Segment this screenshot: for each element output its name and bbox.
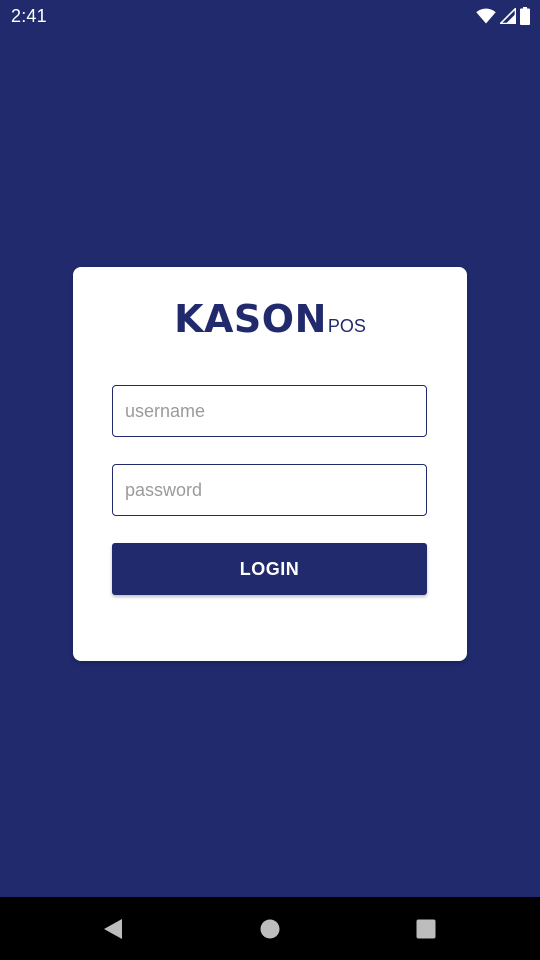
- status-icons: [476, 6, 530, 26]
- back-button[interactable]: [97, 913, 129, 945]
- home-button[interactable]: [254, 913, 286, 945]
- recents-icon: [416, 919, 436, 939]
- logo-sub-text: POS: [327, 316, 366, 336]
- home-icon: [260, 919, 280, 939]
- status-time: 2:41: [11, 6, 47, 26]
- recents-button[interactable]: [410, 913, 442, 945]
- username-input[interactable]: [112, 385, 427, 437]
- password-input[interactable]: [112, 464, 427, 516]
- back-icon: [104, 919, 122, 939]
- battery-icon: [520, 7, 530, 25]
- app-logo: KASONPOS: [73, 297, 467, 341]
- status-bar: 2:41: [0, 0, 540, 32]
- wifi-icon: [476, 8, 496, 24]
- login-card: KASONPOS LOGIN: [73, 267, 467, 661]
- signal-icon: [500, 8, 516, 24]
- login-button[interactable]: LOGIN: [112, 543, 427, 595]
- navigation-bar: [0, 897, 540, 960]
- logo-main-text: KASON: [174, 297, 327, 341]
